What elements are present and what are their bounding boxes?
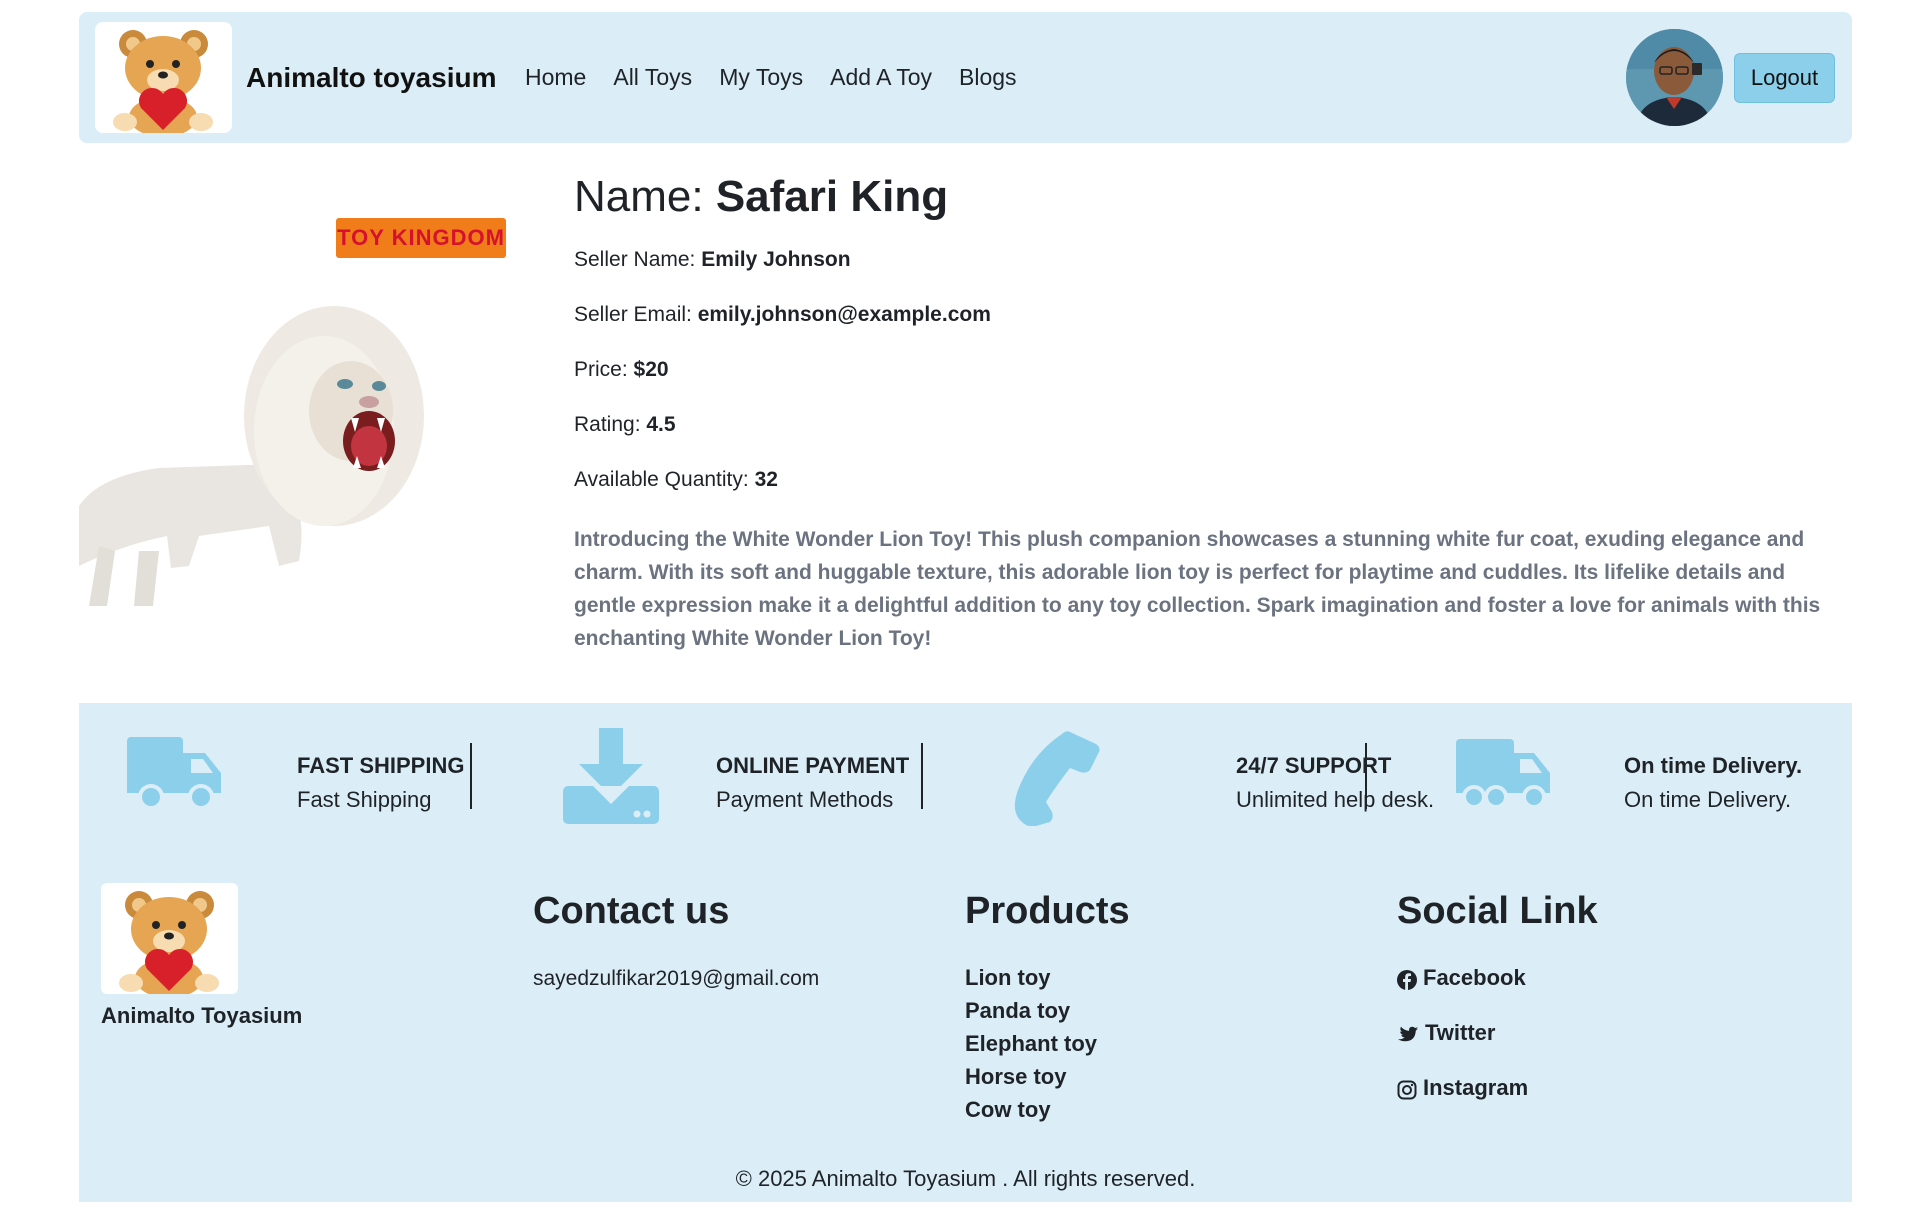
rating-value: 4.5 — [646, 413, 676, 436]
footer-brand-name: Animalto Toyasium — [101, 1003, 303, 1028]
feature-title: FAST SHIPPING — [297, 753, 465, 778]
social-label: Facebook — [1423, 965, 1526, 990]
product-name-label: Name: — [574, 172, 716, 221]
navbar: Animalto toyasium Home All Toys My Toys … — [79, 12, 1852, 143]
feature-text: ONLINE PAYMENT Payment Methods — [716, 753, 916, 813]
seller-name-row: Seller Name: Emily Johnson — [574, 248, 1840, 275]
seller-email-row: Seller Email: emily.johnson@example.com — [574, 303, 1840, 330]
truck-icon — [127, 731, 223, 816]
product-image — [79, 206, 509, 616]
quantity-value: 32 — [754, 468, 778, 491]
products-heading: Products — [965, 890, 1130, 932]
product-link-horse[interactable]: Horse toy — [965, 1064, 1097, 1097]
contact-heading: Contact us — [533, 890, 730, 932]
social-list: Facebook Twitter Instagram — [1397, 965, 1528, 1130]
feature-text: On time Delivery. On time Delivery. — [1624, 753, 1824, 813]
twitter-icon — [1397, 1020, 1419, 1051]
feature-title: On time Delivery. — [1624, 753, 1803, 778]
seller-name-label: Seller Name: — [574, 248, 702, 271]
divider — [921, 743, 923, 809]
product-link-lion[interactable]: Lion toy — [965, 965, 1097, 998]
rating-label: Rating: — [574, 413, 647, 436]
copyright: © 2025 Animalto Toyasium . All rights re… — [735, 1166, 1196, 1191]
nav-link-blogs[interactable]: Blogs — [959, 64, 1017, 91]
toy-kingdom-sticker: TOY KINGDOM — [336, 218, 506, 258]
delivery-truck-icon — [1456, 731, 1552, 816]
feature-text: 24/7 SUPPORT Unlimited help desk. — [1236, 753, 1456, 813]
social-heading: Social Link — [1397, 890, 1598, 932]
product-link-cow[interactable]: Cow toy — [965, 1097, 1097, 1130]
nav-link-home[interactable]: Home — [525, 64, 586, 91]
product-details: Name: Safari King Seller Name: Emily Joh… — [574, 172, 1840, 655]
divider — [1365, 743, 1367, 809]
feature-subtitle: On time Delivery. — [1624, 787, 1792, 812]
contact-email[interactable]: sayedzulfikar2019@gmail.com — [533, 967, 819, 991]
nav-links: Home All Toys My Toys Add A Toy Blogs — [525, 64, 1017, 91]
logout-button[interactable]: Logout — [1734, 53, 1835, 103]
product-link-panda[interactable]: Panda toy — [965, 998, 1097, 1031]
product-link-elephant[interactable]: Elephant toy — [965, 1031, 1097, 1064]
rating-row: Rating: 4.5 — [574, 413, 1840, 440]
teddy-bear-logo[interactable] — [95, 22, 232, 133]
products-list: Lion toy Panda toy Elephant toy Horse to… — [965, 965, 1097, 1130]
price-row: Price: $20 — [574, 358, 1840, 385]
social-label: Twitter — [1425, 1020, 1496, 1045]
product-name: Safari King — [715, 172, 949, 221]
brand-name[interactable]: Animalto toyasium — [246, 62, 496, 94]
footer: FAST SHIPPING Fast Shipping ONLINE PAYME… — [79, 703, 1852, 1202]
price-label: Price: — [574, 358, 634, 381]
nav-link-add-a-toy[interactable]: Add A Toy — [830, 64, 932, 91]
feature-title: ONLINE PAYMENT — [716, 753, 910, 778]
feature-title: 24/7 SUPPORT — [1236, 753, 1392, 778]
feature-text: FAST SHIPPING Fast Shipping — [297, 753, 467, 813]
feature-subtitle: Unlimited help desk. — [1236, 787, 1435, 812]
divider — [470, 743, 472, 809]
footer-teddy-bear-logo[interactable] — [101, 883, 238, 994]
social-link-instagram[interactable]: Instagram — [1397, 1075, 1528, 1130]
user-avatar[interactable] — [1626, 29, 1723, 126]
seller-name: Emily Johnson — [701, 248, 851, 271]
social-label: Instagram — [1423, 1075, 1529, 1100]
feature-subtitle: Fast Shipping — [297, 787, 432, 812]
nav-link-my-toys[interactable]: My Toys — [719, 64, 803, 91]
social-link-facebook[interactable]: Facebook — [1397, 965, 1528, 1020]
quantity-row: Available Quantity: 32 — [574, 468, 1840, 495]
quantity-label: Available Quantity: — [574, 468, 755, 491]
social-link-twitter[interactable]: Twitter — [1397, 1020, 1528, 1075]
nav-link-all-toys[interactable]: All Toys — [613, 64, 692, 91]
facebook-icon — [1397, 965, 1417, 996]
download-icon — [563, 728, 659, 829]
seller-email-label: Seller Email: — [574, 303, 698, 326]
price-value: $20 — [633, 358, 669, 381]
instagram-icon — [1397, 1075, 1417, 1106]
feature-subtitle: Payment Methods — [716, 787, 894, 812]
product-description: Introducing the White Wonder Lion Toy! T… — [574, 528, 1821, 650]
seller-email: emily.johnson@example.com — [697, 303, 991, 326]
product-name-heading: Name: Safari King — [574, 172, 1840, 222]
phone-icon — [1006, 730, 1102, 831]
